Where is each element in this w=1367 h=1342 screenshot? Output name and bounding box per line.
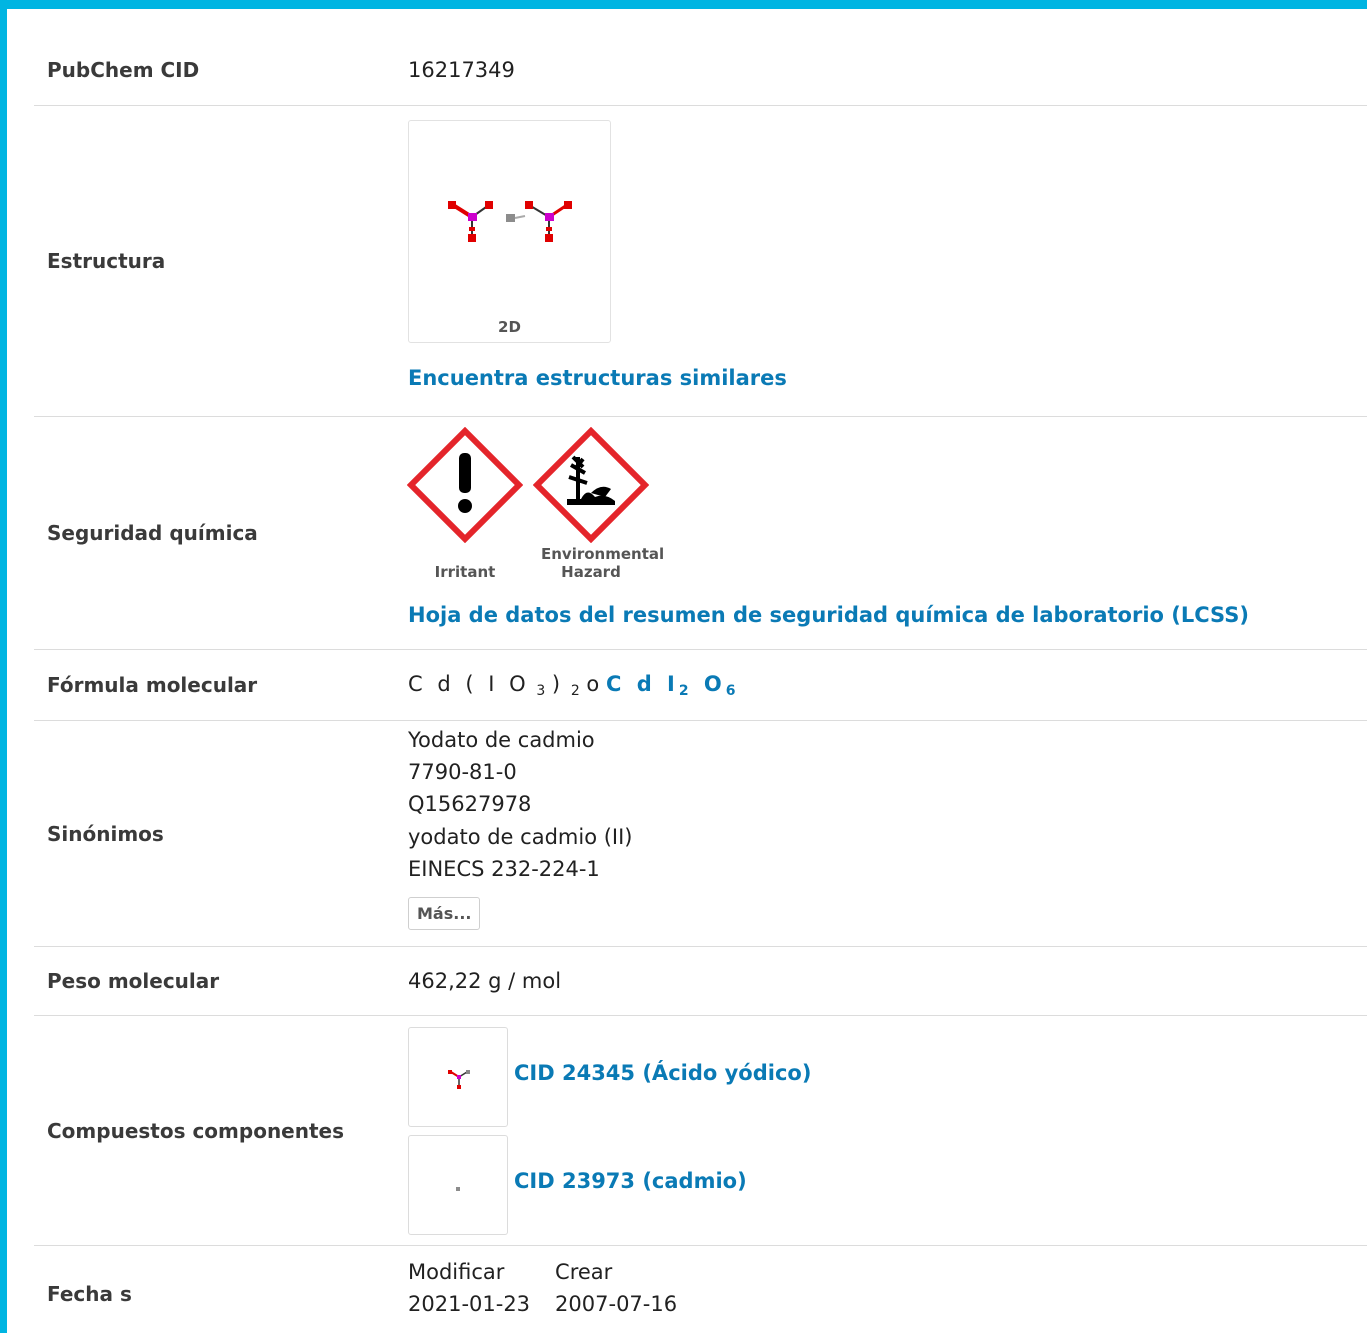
row-structure: Estructura 2D Encuentra estructuras simi… (34, 106, 1367, 417)
ghs-pictogram-environmental-hazard[interactable]: Environmental Hazard (532, 426, 664, 581)
dates-header-row: Modificar Crear (408, 1256, 702, 1288)
pictogram-label-irritant: Irritant (434, 563, 496, 581)
label-structure: Estructura (47, 249, 166, 273)
component-thumbnail-iodic-acid[interactable] (408, 1027, 508, 1127)
formula-link[interactable]: C d I2 O6 (605, 672, 740, 699)
more-synonyms-button[interactable]: Más... (408, 897, 481, 930)
label-molecular-formula: Fórmula molecular (47, 673, 258, 697)
label-pubchem-cid: PubChem CID (47, 58, 200, 82)
dates-table: Modificar Crear 2021-01-23 2007-07-16 (408, 1256, 702, 1320)
dates-value-row: 2021-01-23 2007-07-16 (408, 1288, 702, 1320)
row-component-compounds: Compuestos componentes CID 24345 (Ácido … (34, 1016, 1367, 1246)
structure-caption: 2D (498, 318, 521, 336)
row-dates: Fecha s Modificar Crear 2021-01-23 2007-… (34, 1246, 1367, 1342)
label-synonyms: Sinónimos (47, 821, 164, 846)
formula-link-subscript: 6 (725, 683, 740, 699)
exclamation-mark-icon (406, 426, 524, 544)
structure-2d-thumbnail[interactable]: 2D (408, 120, 611, 343)
formula-subscript: 3 (536, 683, 546, 699)
row-molecular-weight: Peso molecular 462,22 g / mol (34, 947, 1367, 1016)
synonym-item: EINECS 232-224-1 (408, 857, 600, 881)
component-link-iodic-acid[interactable]: CID 24345 (Ácido yódico) (514, 1061, 811, 1085)
find-similar-structures-link[interactable]: Encuentra estructuras similares (408, 366, 787, 390)
component-thumbnail-cadmium[interactable] (408, 1135, 508, 1235)
ghs-pictogram-irritant[interactable]: Irritant (406, 426, 524, 581)
synonym-item: Yodato de cadmio (408, 728, 595, 752)
synonym-item: Q15627978 (408, 792, 532, 816)
formula-paren: ) (551, 672, 565, 696)
cadmium-structure-image (456, 1187, 460, 1191)
label-component-compounds: Compuestos componentes (47, 1118, 345, 1143)
cadmium-atom (506, 214, 515, 222)
row-chemical-safety: Seguridad química Irritant Environmental… (34, 417, 1367, 650)
dates-header-create: Crear (555, 1260, 613, 1284)
synonym-item: yodato de cadmio (II) (408, 825, 633, 849)
date-created: 2007-07-16 (555, 1292, 678, 1316)
iodate-left (448, 201, 493, 242)
content-frame: PubChem CID 16217349 Estructura 2D Encue… (0, 0, 1367, 1333)
dates-header-modify: Modificar (408, 1260, 505, 1284)
lcss-datasheet-link[interactable]: Hoja de datos del resumen de seguridad q… (408, 603, 1249, 627)
formula-link-part: O (703, 672, 726, 696)
pictogram-label-environmental-hazard: Environmental Hazard (541, 545, 665, 581)
iodic-acid-structure-image (448, 1070, 470, 1089)
molecule-structure-image (448, 201, 572, 242)
label-dates: Fecha s (47, 1282, 132, 1306)
formula-or: o (586, 672, 600, 696)
value-pubchem-cid: 16217349 (408, 58, 515, 82)
formula-plain-part: C d ( I O (408, 672, 530, 696)
iodate-right (525, 201, 572, 242)
row-pubchem-cid: PubChem CID 16217349 (34, 46, 1367, 106)
molecular-formula: C d ( I O 3 ) 2 o C d I2 O6 (408, 672, 740, 699)
environment-icon (532, 426, 650, 544)
formula-link-part: C d I (605, 672, 679, 696)
date-modified: 2021-01-23 (408, 1292, 531, 1316)
formula-link-subscript: 2 (678, 683, 693, 699)
formula-subscript: 2 (570, 683, 580, 699)
row-synonyms: Sinónimos Yodato de cadmio 7790-81-0 Q15… (34, 721, 1367, 947)
row-molecular-formula: Fórmula molecular C d ( I O 3 ) 2 o C d … (34, 650, 1367, 721)
value-molecular-weight: 462,22 g / mol (408, 969, 562, 993)
component-link-cadmium[interactable]: CID 23973 (cadmio) (514, 1169, 747, 1193)
synonym-item: 7790-81-0 (408, 760, 517, 784)
label-chemical-safety: Seguridad química (47, 521, 258, 545)
label-molecular-weight: Peso molecular (47, 969, 220, 993)
